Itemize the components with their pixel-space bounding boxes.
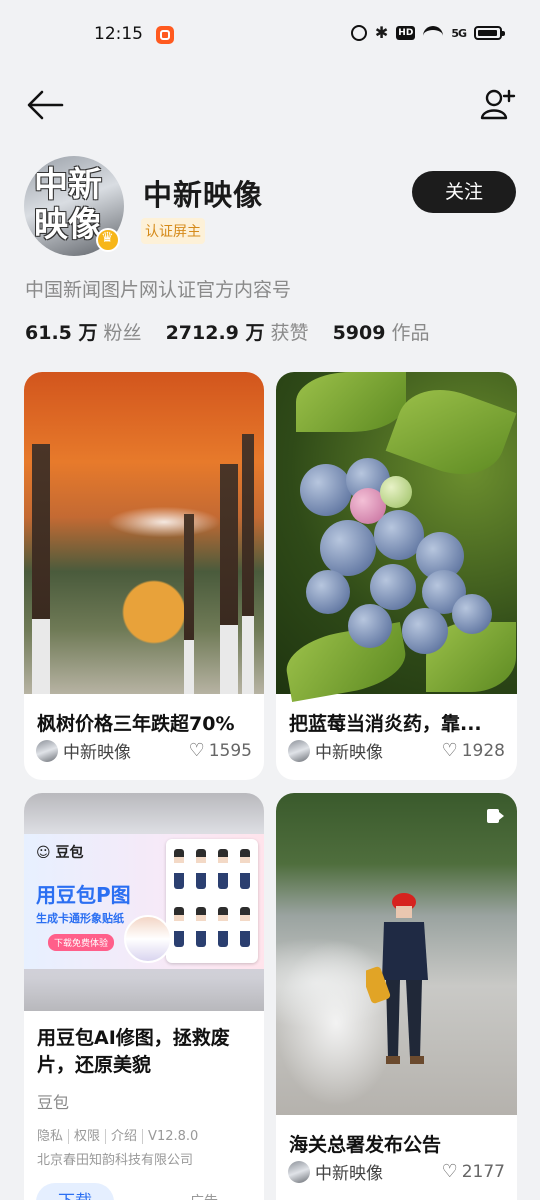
- author-name: 中新映像: [315, 743, 383, 763]
- heart-icon[interactable]: ♡: [442, 740, 458, 761]
- ad-portrait: [124, 915, 172, 963]
- author-avatar: [288, 1160, 310, 1183]
- ad-title: 用豆包AI修图，拯救废片，还原美貌: [37, 1027, 230, 1076]
- worker-figure: [366, 893, 428, 1064]
- ad-brand: 豆包: [37, 1093, 70, 1112]
- heart-icon[interactable]: ♡: [442, 1161, 458, 1182]
- ad-link-privacy[interactable]: 隐私: [37, 1129, 68, 1144]
- card-meta: 中新映像 ♡ 1928: [288, 738, 505, 763]
- ad-sticker-grid: [166, 839, 258, 963]
- battery-icon: [474, 26, 505, 40]
- card-title: 枫树价格三年跌超70%: [37, 713, 235, 735]
- avatar-text-bottom: 映像: [34, 205, 102, 245]
- back-arrow-icon[interactable]: [26, 88, 64, 122]
- follow-button[interactable]: 关注: [412, 171, 516, 213]
- like-count: 1595: [208, 740, 252, 761]
- app-notification-icon: [156, 26, 174, 44]
- feed-card[interactable]: 枫树价格三年跌超70% 中新映像 ♡ 1595: [24, 372, 264, 780]
- status-bar: 12:15 ✱ HD 5G: [0, 0, 540, 70]
- signal-icon: 5G: [451, 26, 467, 40]
- profile-name: 中新映像: [143, 178, 264, 212]
- feed-card[interactable]: 海关总署发布公告 中新映像 ♡ 2177: [276, 793, 517, 1200]
- card-meta: 中新映像 ♡ 1595: [36, 738, 252, 763]
- stat-likes[interactable]: 2712.9 万 获赞: [166, 318, 309, 345]
- ad-company: 北京春田知韵科技有限公司: [37, 1153, 194, 1168]
- card-image-maple: [24, 372, 264, 694]
- ad-version: V12.8.0: [142, 1129, 204, 1144]
- author-avatar: [36, 739, 58, 762]
- verified-badge: 认证屏主: [141, 218, 205, 244]
- ad-links: 隐私 权限 介绍 V12.8.0: [37, 1125, 204, 1144]
- card-image-blueberries: [276, 372, 517, 702]
- author-avatar: [288, 739, 310, 762]
- card-meta: 中新映像 ♡ 2177: [288, 1159, 505, 1184]
- profile-description: 中国新闻图片网认证官方内容号: [25, 279, 292, 301]
- ad-headline: 用豆包P图: [36, 883, 131, 907]
- hd-icon: HD: [396, 26, 416, 40]
- ad-subheadline: 生成卡通形象贴纸: [36, 912, 124, 925]
- ad-link-permissions[interactable]: 权限: [68, 1129, 106, 1144]
- like-count: 2177: [461, 1161, 505, 1182]
- ad-logo: ☺ 豆包: [36, 845, 84, 861]
- ad-card[interactable]: ☺ 豆包 用豆包P图 生成卡通形象贴纸 下载免费体验 用豆包AI修图，拯救废片，…: [24, 793, 264, 1200]
- crown-icon: [96, 228, 120, 252]
- ad-cta: 下载免费体验: [48, 934, 115, 951]
- card-title: 海关总署发布公告: [289, 1134, 442, 1156]
- stat-works[interactable]: 5909 作品: [333, 318, 430, 345]
- ad-label: 广告: [190, 1191, 218, 1200]
- author-name: 中新映像: [315, 1164, 383, 1184]
- stat-fans[interactable]: 61.5 万 粉丝: [25, 318, 142, 345]
- feed-card[interactable]: 把蓝莓当消炎药，靠... 中新映像 ♡ 1928: [276, 372, 517, 780]
- card-title: 把蓝莓当消炎药，靠...: [289, 713, 482, 735]
- card-image-disinfection: [276, 793, 517, 1115]
- status-time: 12:15: [94, 24, 143, 44]
- author-name: 中新映像: [63, 743, 131, 763]
- avatar-text-top: 中新: [34, 165, 102, 205]
- like-count: 1928: [461, 740, 505, 761]
- heart-icon[interactable]: ♡: [189, 740, 205, 761]
- bluetooth-icon: ✱: [374, 23, 389, 42]
- download-button[interactable]: 下载: [36, 1183, 114, 1200]
- video-icon: [487, 809, 504, 823]
- alarm-icon: [350, 25, 367, 41]
- profile-stats: 61.5 万 粉丝 2712.9 万 获赞 5909 作品: [25, 318, 430, 345]
- wifi-icon: [423, 26, 444, 40]
- ad-link-intro[interactable]: 介绍: [105, 1129, 143, 1144]
- add-friend-icon[interactable]: [480, 86, 516, 122]
